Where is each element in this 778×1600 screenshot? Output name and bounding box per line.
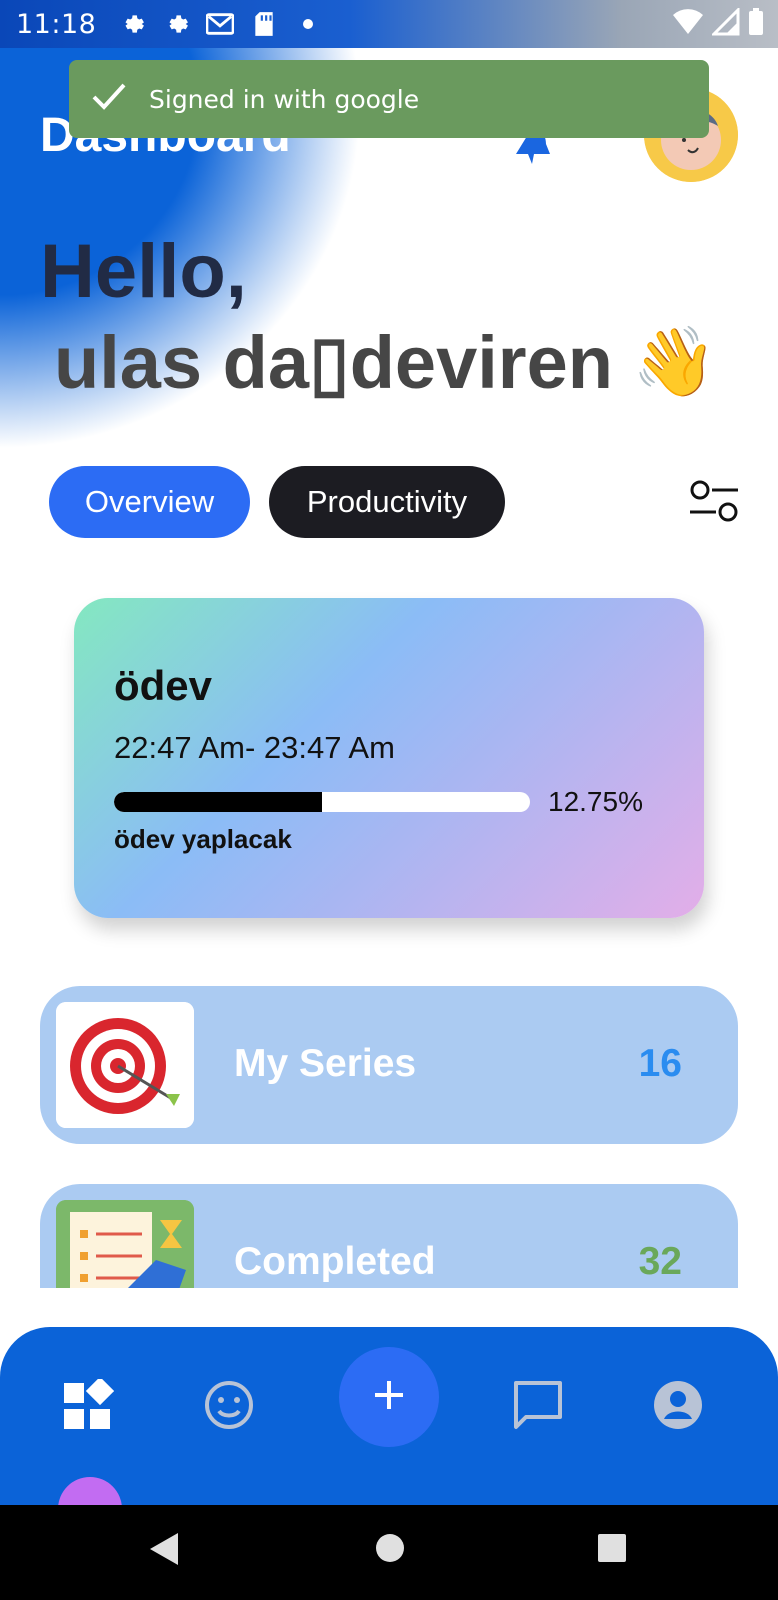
gmail-icon xyxy=(206,10,235,38)
stat-label: Completed xyxy=(234,1240,436,1283)
tab-overview[interactable]: Overview xyxy=(49,466,250,538)
greeting-hello: Hello, xyxy=(40,229,247,314)
decorative-blob xyxy=(58,1477,122,1505)
toast-message: Signed in with google xyxy=(149,84,420,114)
system-navigation-bar xyxy=(0,1505,778,1600)
task-progress-fill xyxy=(114,792,322,812)
wave-emoji: 👋 xyxy=(632,324,717,400)
home-icon[interactable] xyxy=(374,1531,406,1570)
profile-icon[interactable] xyxy=(648,1375,708,1435)
battery-icon xyxy=(748,8,764,43)
back-icon[interactable] xyxy=(148,1531,180,1572)
stat-count: 16 xyxy=(638,1042,682,1085)
filter-icon[interactable] xyxy=(688,478,740,531)
task-time: 22:47 Am- 23:47 Am xyxy=(114,730,395,765)
plus-icon xyxy=(372,1378,406,1417)
task-card[interactable]: ödev 22:47 Am- 23:47 Am 12.75% ödev yapl… xyxy=(74,598,704,918)
checklist-icon xyxy=(56,1200,194,1288)
task-progress-percent: 12.75% xyxy=(548,786,643,817)
status-time: 11:18 xyxy=(16,8,97,40)
settings-icon xyxy=(118,10,146,38)
sd-card-icon xyxy=(250,10,278,38)
signed-in-toast: Signed in with google xyxy=(69,60,709,138)
user-name: ulas da▯deviren xyxy=(54,321,613,404)
task-progress-bar xyxy=(114,792,530,812)
stat-card-completed[interactable]: Completed 32 xyxy=(40,1184,738,1288)
chat-icon[interactable] xyxy=(508,1375,568,1435)
add-button[interactable] xyxy=(339,1347,439,1447)
status-bar: 11:18 xyxy=(0,0,778,48)
stat-count: 32 xyxy=(638,1240,682,1283)
tab-productivity[interactable]: Productivity xyxy=(269,466,505,538)
settings-icon xyxy=(162,10,190,38)
task-description: ödev yaplacak xyxy=(114,824,292,854)
stat-card-my-series[interactable]: My Series 16 xyxy=(40,986,738,1144)
smiley-icon[interactable] xyxy=(199,1375,259,1435)
signal-icon xyxy=(710,6,740,43)
stats-list: My Series 16 Completed 32 xyxy=(0,960,778,1288)
target-icon xyxy=(56,1002,194,1128)
check-icon xyxy=(91,81,127,117)
dashboard-icon[interactable] xyxy=(58,1375,118,1435)
stat-label: My Series xyxy=(234,1042,417,1085)
bottom-navigation xyxy=(0,1327,778,1505)
wifi-icon xyxy=(672,8,704,43)
task-title: ödev xyxy=(114,662,213,709)
recents-icon[interactable] xyxy=(596,1531,628,1570)
dot-icon xyxy=(294,10,322,38)
